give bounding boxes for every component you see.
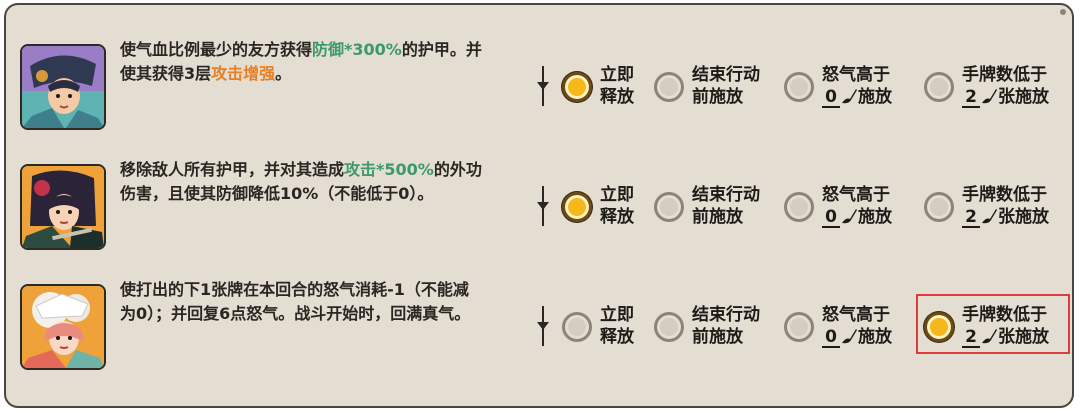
radio-button[interactable] bbox=[784, 312, 814, 342]
desc-text: 为0）；并回复6点怒气。战斗开始时，回满真气。 bbox=[120, 304, 471, 323]
radio-button[interactable] bbox=[562, 312, 592, 342]
order-slider-knob[interactable] bbox=[537, 82, 549, 90]
option-label: 结束行动 前施放 bbox=[692, 305, 760, 347]
ink-brush-icon bbox=[982, 209, 997, 224]
hand-value-input[interactable]: 2 bbox=[962, 328, 980, 348]
hero-avatar-2 bbox=[20, 164, 106, 250]
option-label: 怒气高于 0 施放 bbox=[822, 185, 892, 228]
desc-text: 移除敌人所有护甲，并对其造成 bbox=[120, 160, 345, 179]
radio-button[interactable] bbox=[562, 192, 592, 222]
radio-button[interactable] bbox=[924, 312, 954, 342]
desc-text: 的外功 bbox=[433, 160, 482, 179]
option-label: 怒气高于 0 施放 bbox=[822, 305, 892, 348]
desc-highlight: 攻击增强 bbox=[211, 64, 276, 83]
hand-value-input[interactable]: 2 bbox=[962, 88, 980, 108]
option-label: 手牌数低于 2 张施放 bbox=[962, 185, 1049, 228]
rage-value-input[interactable]: 0 bbox=[822, 208, 840, 228]
skill-row: 使打出的下1张牌在本回合的怒气消耗-1（不能减 为0）；并回复6点怒气。战斗开始… bbox=[6, 260, 1072, 370]
option-label: 立即 释放 bbox=[600, 185, 634, 227]
desc-text: 使气血比例最少的友方获得 bbox=[120, 40, 313, 59]
desc-text: 使其获得3层 bbox=[120, 64, 212, 83]
ink-brush-icon bbox=[982, 329, 997, 344]
ink-brush-icon bbox=[982, 89, 997, 104]
option-label: 立即 释放 bbox=[600, 65, 634, 107]
radio-button[interactable] bbox=[924, 72, 954, 102]
option-label: 结束行动 前施放 bbox=[692, 185, 760, 227]
ink-brush-icon bbox=[842, 329, 857, 344]
radio-button[interactable] bbox=[654, 312, 684, 342]
hand-value-input[interactable]: 2 bbox=[962, 208, 980, 228]
skill-settings-panel: 使气血比例最少的友方获得防御*300%的护甲。并 使其获得3层攻击增强。 立即释… bbox=[4, 3, 1074, 408]
option-label: 怒气高于 0 施放 bbox=[822, 65, 892, 108]
rage-value-input[interactable]: 0 bbox=[822, 88, 840, 108]
skill-description: 使打出的下1张牌在本回合的怒气消耗-1（不能减 为0）；并回复6点怒气。战斗开始… bbox=[120, 278, 540, 326]
radio-button[interactable] bbox=[784, 72, 814, 102]
option-label: 手牌数低于 2 张施放 bbox=[962, 65, 1049, 108]
option-label: 手牌数低于 2 张施放 bbox=[962, 305, 1049, 348]
order-slider-knob[interactable] bbox=[537, 202, 549, 210]
hero-avatar-3 bbox=[20, 284, 106, 370]
radio-button[interactable] bbox=[562, 72, 592, 102]
skill-description: 移除敌人所有护甲，并对其造成攻击*500%的外功 伤害，且使其防御降低10%（不… bbox=[120, 158, 540, 206]
radio-button[interactable] bbox=[654, 72, 684, 102]
order-slider-knob[interactable] bbox=[537, 322, 549, 330]
desc-text: 。 bbox=[275, 64, 292, 83]
skill-row: 使气血比例最少的友方获得防御*300%的护甲。并 使其获得3层攻击增强。 立即释… bbox=[6, 20, 1072, 130]
hero-avatar-1 bbox=[20, 44, 106, 130]
desc-text: 的护甲。并 bbox=[401, 40, 482, 59]
radio-button[interactable] bbox=[784, 192, 814, 222]
option-label: 结束行动 前施放 bbox=[692, 65, 760, 107]
desc-text: 伤害，且使其防御降低10%（不能低于0）。 bbox=[120, 184, 434, 203]
corner-dot bbox=[1060, 9, 1066, 15]
skill-description: 使气血比例最少的友方获得防御*300%的护甲。并 使其获得3层攻击增强。 bbox=[120, 38, 540, 86]
ink-brush-icon bbox=[842, 209, 857, 224]
radio-button[interactable] bbox=[924, 192, 954, 222]
skill-row: 移除敌人所有护甲，并对其造成攻击*500%的外功 伤害，且使其防御降低10%（不… bbox=[6, 140, 1072, 250]
desc-highlight: 防御*300% bbox=[312, 40, 402, 59]
rage-value-input[interactable]: 0 bbox=[822, 328, 840, 348]
ink-brush-icon bbox=[842, 89, 857, 104]
option-label: 立即 释放 bbox=[600, 305, 634, 347]
desc-text: 使打出的下1张牌在本回合的怒气消耗-1（不能减 bbox=[120, 280, 469, 299]
radio-button[interactable] bbox=[654, 192, 684, 222]
desc-highlight: 攻击*500% bbox=[344, 160, 434, 179]
